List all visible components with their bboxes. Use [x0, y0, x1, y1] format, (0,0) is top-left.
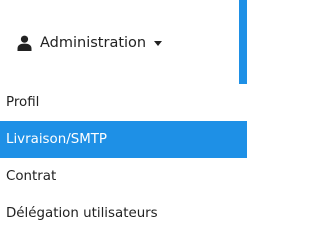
administration-label: Administration — [40, 35, 147, 51]
navbar-accent-stripe — [239, 0, 247, 84]
administration-dropdown-menu: Profil Livraison/SMTP Contrat Délégation… — [0, 84, 247, 232]
menu-item-profil[interactable]: Profil — [0, 84, 247, 121]
menu-item-contrat[interactable]: Contrat — [0, 158, 247, 195]
top-navbar: Administration — [0, 0, 247, 84]
administration-menu-toggle[interactable]: Administration — [17, 30, 163, 56]
caret-down-icon — [154, 40, 163, 46]
menu-item-livraison-smtp[interactable]: Livraison/SMTP — [0, 121, 247, 158]
user-icon — [17, 35, 32, 51]
menu-item-delegation-utilisateurs[interactable]: Délégation utilisateurs — [0, 195, 247, 232]
